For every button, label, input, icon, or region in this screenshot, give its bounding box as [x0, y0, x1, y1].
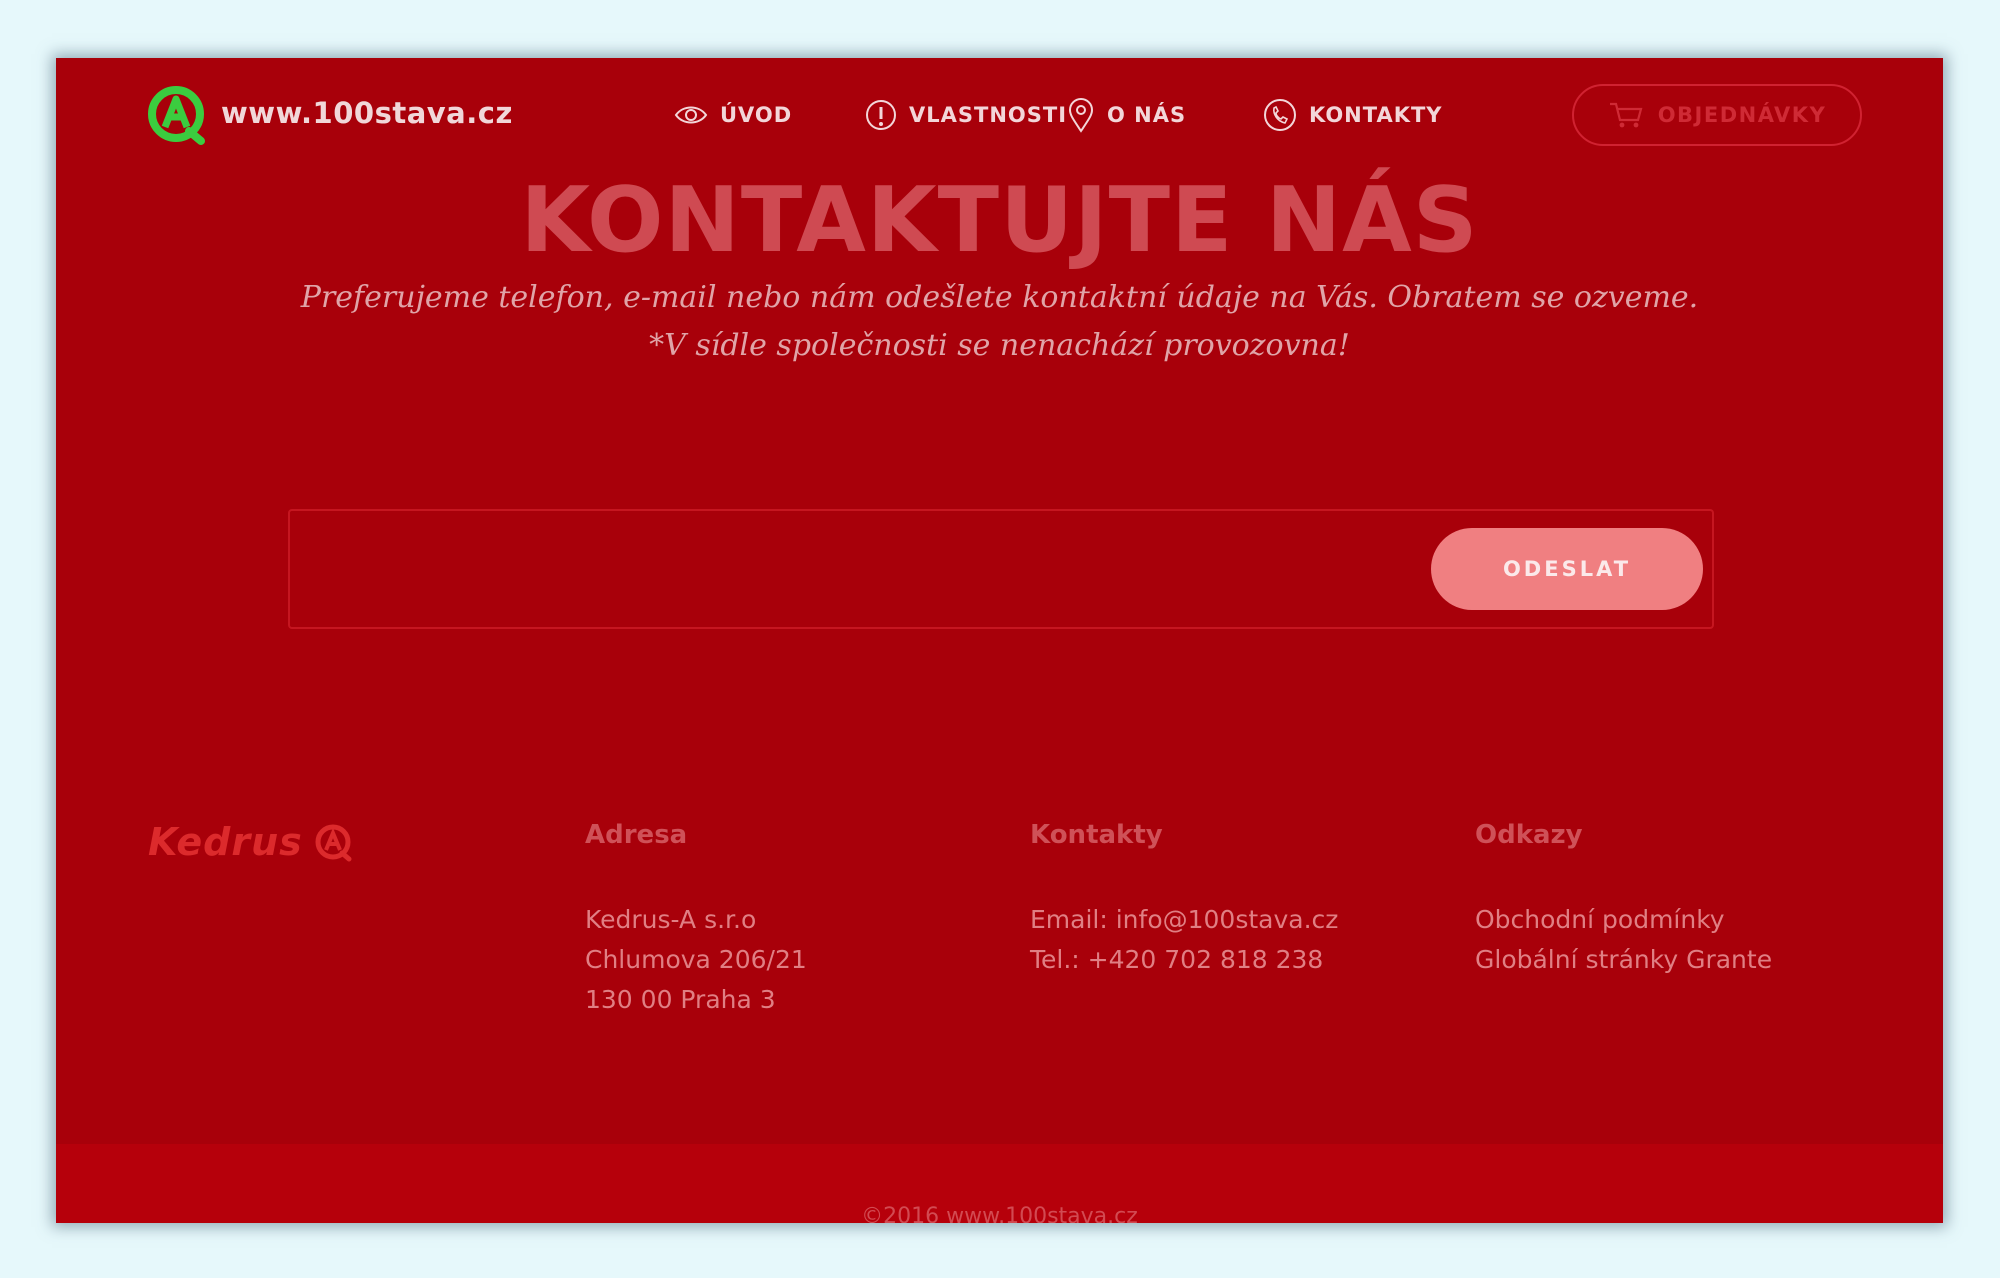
info-icon: [866, 100, 896, 130]
footer-link-terms[interactable]: Obchodní podmínky: [1475, 900, 1772, 940]
contact-input[interactable]: [304, 525, 1408, 615]
brand-logo-icon: [315, 824, 352, 862]
footer-brand-name: Kedrus: [148, 820, 303, 864]
nav-label-kontakty: KONTAKTY: [1309, 103, 1443, 127]
nav-item-uvod[interactable]: ÚVOD: [674, 90, 792, 140]
footer-brand: Kedrus: [148, 820, 353, 864]
page-frame: www.100stava.cz ÚVOD VLASTNOSTI O NÁS KO…: [56, 58, 1943, 1223]
footer-column-contacts: Kontakty Email: info@100stava.cz Tel.: +…: [1030, 820, 1338, 980]
nav-item-kontakty[interactable]: KONTAKTY: [1263, 90, 1443, 140]
nav-label-vlastnosti: VLASTNOSTI: [909, 103, 1068, 127]
nav-label-uvod: ÚVOD: [720, 103, 793, 127]
orders-button[interactable]: OBJEDNÁVKY: [1572, 84, 1862, 146]
eye-icon: [674, 106, 708, 124]
site-name[interactable]: www.100stava.cz: [221, 96, 513, 130]
footer-column-links: Odkazy Obchodní podmínky Globální stránk…: [1475, 820, 1772, 980]
address-line: Chlumova 206/21: [585, 945, 807, 974]
cart-icon: [1609, 102, 1643, 128]
nav-label-o-nas: O NÁS: [1107, 103, 1187, 127]
footer-heading-address: Adresa: [585, 820, 688, 850]
address-line: 130 00 Praha 3: [585, 985, 776, 1014]
phone-icon: [1264, 99, 1296, 131]
top-navigation: www.100stava.cz ÚVOD VLASTNOSTI O NÁS KO…: [56, 58, 1943, 168]
copyright-text: ©2016 www.100stava.cz: [861, 1204, 1138, 1223]
map-pin-icon: [1068, 98, 1094, 133]
footer-email-link[interactable]: Email: info@100stava.cz: [1030, 900, 1338, 940]
nav-item-vlastnosti[interactable]: VLASTNOSTI: [865, 90, 1067, 140]
nav-item-o-nas[interactable]: O NÁS: [1067, 90, 1186, 140]
footer-column-address: Adresa Kedrus-A s.r.o Chlumova 206/21 13…: [585, 820, 807, 1020]
hero-subtitle-line2: *V sídle společnosti se nenachází provoz…: [649, 328, 1350, 363]
address-line: Kedrus-A s.r.o: [585, 905, 757, 934]
contact-form: ODESLAT: [288, 509, 1714, 629]
send-button[interactable]: ODESLAT: [1431, 528, 1703, 610]
footer-link-grante[interactable]: Globální stránky Grante: [1475, 940, 1772, 980]
page-title: KONTAKTUJTE NÁS: [520, 168, 1479, 273]
hero-subtitle-line1: Preferujeme telefon, e-mail nebo nám ode…: [300, 280, 1699, 315]
site-logo-icon[interactable]: [145, 83, 207, 145]
footer-heading-contacts: Kontakty: [1030, 820, 1163, 850]
footer-heading-links: Odkazy: [1475, 820, 1583, 850]
orders-button-label: OBJEDNÁVKY: [1657, 103, 1827, 127]
footer-phone-link[interactable]: Tel.: +420 702 818 238: [1030, 940, 1338, 980]
